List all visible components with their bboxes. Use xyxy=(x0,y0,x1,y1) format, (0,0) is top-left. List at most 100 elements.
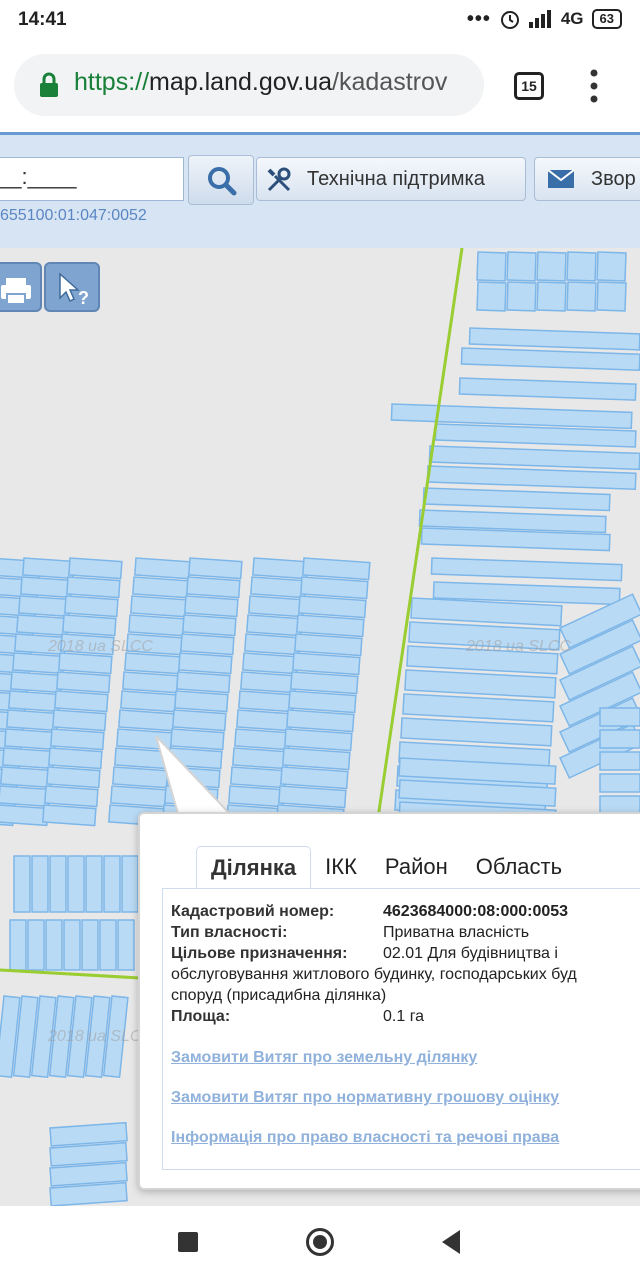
land-parcel[interactable] xyxy=(232,747,289,770)
land-parcel[interactable] xyxy=(54,690,109,713)
land-parcel[interactable] xyxy=(426,465,637,491)
land-parcel[interactable] xyxy=(122,671,179,694)
land-parcel[interactable] xyxy=(178,652,233,675)
land-parcel[interactable] xyxy=(6,709,59,732)
land-parcel[interactable] xyxy=(240,671,297,694)
land-parcel[interactable] xyxy=(52,709,107,732)
land-parcel[interactable] xyxy=(298,595,367,619)
tab-parcel[interactable]: Ділянка xyxy=(196,846,312,890)
land-parcel[interactable] xyxy=(172,709,227,732)
land-parcel[interactable] xyxy=(238,690,295,713)
url-text[interactable]: https://map.land.gov.ua/kadastrov xyxy=(74,68,447,97)
land-parcel[interactable] xyxy=(124,652,181,675)
land-parcel[interactable] xyxy=(430,557,623,582)
home-button[interactable] xyxy=(306,1228,334,1256)
land-parcel[interactable] xyxy=(68,557,123,580)
tab-ikk[interactable]: ІКК xyxy=(311,846,371,890)
browser-menu-icon[interactable] xyxy=(586,68,602,104)
land-parcel[interactable] xyxy=(390,403,633,430)
land-parcel[interactable] xyxy=(49,855,67,913)
ownership-rights-info-link[interactable]: Інформація про право власності та речові… xyxy=(171,1129,559,1147)
land-parcel[interactable] xyxy=(103,855,121,913)
land-parcel[interactable] xyxy=(236,709,293,732)
land-parcel[interactable] xyxy=(49,1121,128,1147)
land-parcel[interactable] xyxy=(44,785,99,808)
land-parcel[interactable] xyxy=(599,773,640,793)
technical-support-button[interactable]: Технічна підтримка xyxy=(256,157,526,201)
land-parcel[interactable] xyxy=(49,1181,128,1206)
land-parcel[interactable] xyxy=(284,728,353,752)
land-parcel[interactable] xyxy=(118,709,175,732)
land-parcel[interactable] xyxy=(16,614,69,637)
land-parcel[interactable] xyxy=(81,919,99,971)
land-parcel[interactable] xyxy=(404,669,557,699)
order-parcel-extract-link[interactable]: Замовити Витяг про земельну ділянку xyxy=(171,1049,559,1067)
land-parcel[interactable] xyxy=(599,751,640,771)
land-parcel[interactable] xyxy=(121,855,139,913)
land-parcel[interactable] xyxy=(422,487,611,512)
land-parcel[interactable] xyxy=(12,652,65,675)
land-parcel[interactable] xyxy=(0,766,53,789)
land-parcel[interactable] xyxy=(290,671,359,695)
identify-tool-button[interactable]: ? xyxy=(44,262,100,312)
land-parcel[interactable] xyxy=(176,671,231,694)
land-parcel[interactable] xyxy=(506,281,537,312)
land-parcel[interactable] xyxy=(117,919,135,971)
land-parcel[interactable] xyxy=(50,728,105,751)
land-parcel[interactable] xyxy=(49,1161,128,1187)
land-parcel[interactable] xyxy=(186,576,241,599)
land-parcel[interactable] xyxy=(46,766,101,789)
land-parcel[interactable] xyxy=(506,251,537,282)
land-parcel[interactable] xyxy=(294,633,363,657)
land-parcel[interactable] xyxy=(566,281,597,312)
land-parcel[interactable] xyxy=(45,919,63,971)
land-parcel[interactable] xyxy=(99,919,117,971)
land-parcel[interactable] xyxy=(302,557,371,581)
land-parcel[interactable] xyxy=(252,557,309,580)
land-parcel[interactable] xyxy=(174,690,229,713)
print-button[interactable] xyxy=(0,262,42,312)
land-parcel[interactable] xyxy=(42,804,97,827)
land-parcel[interactable] xyxy=(182,614,237,637)
land-parcel[interactable] xyxy=(476,251,507,282)
land-parcel[interactable] xyxy=(468,327,640,351)
tab-switcher-button[interactable]: 15 xyxy=(514,72,544,100)
land-parcel[interactable] xyxy=(476,281,507,312)
land-parcel[interactable] xyxy=(0,785,51,808)
order-valuation-extract-link[interactable]: Замовити Витяг про нормативну грошову оц… xyxy=(171,1089,559,1107)
land-parcel[interactable] xyxy=(132,576,189,599)
land-parcel[interactable] xyxy=(296,614,365,638)
land-parcel[interactable] xyxy=(4,728,57,751)
land-parcel[interactable] xyxy=(596,251,627,282)
land-parcel[interactable] xyxy=(58,652,113,675)
land-parcel[interactable] xyxy=(128,614,185,637)
land-parcel[interactable] xyxy=(400,717,553,747)
land-parcel[interactable] xyxy=(246,614,303,637)
cadastral-search-input[interactable]: __:____ xyxy=(0,157,184,201)
land-parcel[interactable] xyxy=(22,557,75,580)
land-parcel[interactable] xyxy=(248,595,305,618)
land-parcel[interactable] xyxy=(292,652,361,676)
land-parcel[interactable] xyxy=(242,652,299,675)
land-parcel[interactable] xyxy=(566,251,597,282)
land-parcel[interactable] xyxy=(85,855,103,913)
land-parcel[interactable] xyxy=(282,747,351,771)
feedback-button[interactable]: Звор xyxy=(534,157,640,201)
land-parcel[interactable] xyxy=(184,595,239,618)
land-parcel[interactable] xyxy=(9,919,27,971)
land-parcel[interactable] xyxy=(234,728,291,751)
land-parcel[interactable] xyxy=(460,347,640,371)
land-parcel[interactable] xyxy=(62,614,117,637)
land-parcel[interactable] xyxy=(280,766,349,790)
land-parcel[interactable] xyxy=(402,693,555,723)
address-bar[interactable]: https://map.land.gov.ua/kadastrov xyxy=(14,54,484,116)
land-parcel[interactable] xyxy=(8,690,61,713)
land-parcel[interactable] xyxy=(63,919,81,971)
tab-region[interactable]: Область xyxy=(462,846,576,890)
recent-apps-button[interactable] xyxy=(178,1232,198,1252)
land-parcel[interactable] xyxy=(18,595,71,618)
land-parcel[interactable] xyxy=(286,709,355,733)
land-parcel[interactable] xyxy=(27,919,45,971)
land-parcel[interactable] xyxy=(64,595,119,618)
land-parcel[interactable] xyxy=(120,690,177,713)
